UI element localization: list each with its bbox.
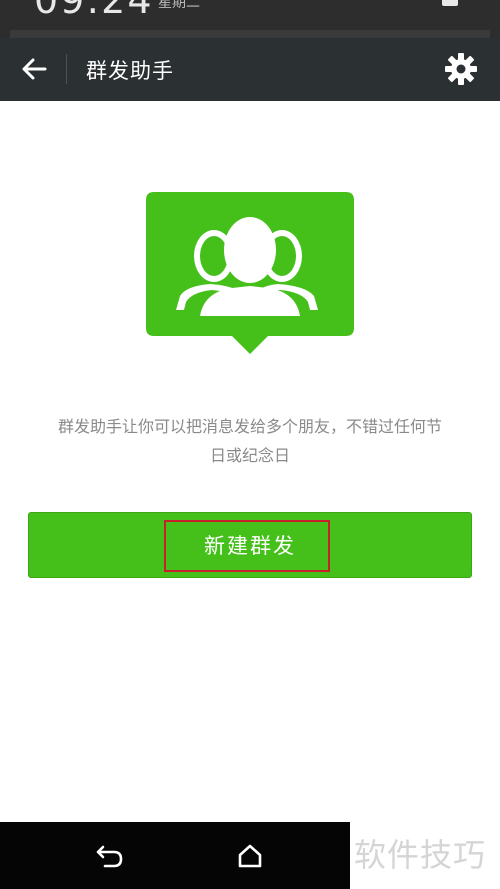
screen: 09:24 星期二 群发助手 群发助手让你可以把消息发给多个朋友，不错过任何节 … — [0, 0, 500, 889]
description-text: 群发助手让你可以把消息发给多个朋友，不错过任何节 日或纪念日 — [20, 412, 480, 470]
back-icon — [96, 845, 123, 868]
app-bar-divider — [66, 54, 67, 84]
nav-home-button[interactable] — [230, 836, 270, 876]
settings-button[interactable] — [438, 46, 484, 92]
back-button[interactable] — [10, 44, 58, 94]
page-title: 群发助手 — [86, 59, 174, 83]
watermark-text: 软件技巧 — [354, 836, 487, 874]
nav-back-button[interactable] — [90, 836, 130, 876]
new-mass-message-label: 新建群发 — [204, 534, 296, 558]
arrow-left-icon — [22, 58, 47, 80]
group-chat-bubble-icon — [146, 192, 354, 358]
description-line-2: 日或纪念日 — [209, 446, 290, 465]
description-line-1: 群发助手让你可以把消息发给多个朋友，不错过任何节 — [57, 417, 442, 436]
status-time: 09:24 — [34, 0, 154, 22]
nav-bar — [0, 822, 350, 889]
new-mass-message-button[interactable]: 新建群发 — [28, 512, 472, 578]
home-icon — [238, 844, 262, 868]
gear-icon — [445, 53, 477, 85]
notification-icon — [442, 0, 458, 6]
status-date: 星期二 — [158, 0, 200, 11]
status-divider — [10, 30, 490, 38]
app-bar: 群发助手 — [0, 38, 500, 101]
status-bar: 09:24 星期二 — [0, 0, 500, 38]
